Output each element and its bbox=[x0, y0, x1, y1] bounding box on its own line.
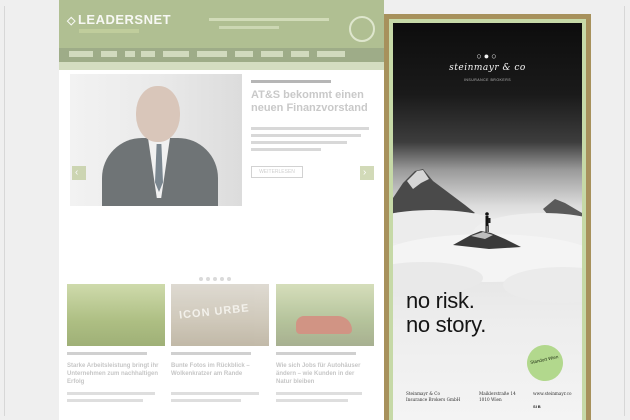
screenshot-frame: ◇ LEADERSNET AT&S bekommt einen neuen Fin… bbox=[0, 0, 630, 420]
footer-line: 1010 Wien bbox=[479, 396, 502, 402]
card-kicker bbox=[276, 352, 356, 355]
logo-tagline-placeholder bbox=[79, 29, 139, 33]
nav-item[interactable] bbox=[197, 51, 227, 57]
news-card-image[interactable] bbox=[67, 284, 165, 346]
ad-canvas[interactable]: ○●○ steinmayr & co INSURANCE BROKERS no … bbox=[393, 23, 582, 420]
card-title[interactable]: Bunte Fotos im Rückblick – Wolkenkratzer… bbox=[171, 362, 266, 378]
header-meta-line bbox=[209, 18, 329, 21]
partner-logo: SIB bbox=[533, 404, 542, 409]
news-card-image[interactable] bbox=[276, 284, 374, 346]
climber-leg bbox=[485, 225, 487, 232]
chevron-left-icon: ‹ bbox=[75, 167, 79, 178]
ad-footer-address: Maiklerstraße 14 1010 Wien bbox=[479, 391, 516, 402]
frame-border-left bbox=[4, 6, 5, 416]
nav-item[interactable] bbox=[317, 51, 345, 57]
car-shape bbox=[296, 316, 352, 334]
logo-diamond-icon: ◇ bbox=[67, 15, 76, 27]
card-text-line bbox=[171, 399, 241, 402]
card-text-line bbox=[276, 399, 348, 402]
card-kicker bbox=[171, 352, 251, 355]
footer-line: Insurance Brokers GmbH bbox=[406, 396, 461, 402]
card-sign-text: ICON URBE bbox=[178, 302, 251, 322]
nav-item[interactable] bbox=[125, 51, 135, 57]
article-text-line bbox=[251, 127, 369, 130]
sub-navigation bbox=[59, 62, 384, 70]
carousel-next-button[interactable]: › bbox=[360, 166, 374, 180]
footer-line: www.steinmayr.co bbox=[533, 391, 572, 396]
card-title[interactable]: Starke Arbeitsleistung bringt ihr Untern… bbox=[67, 362, 162, 386]
nav-item[interactable] bbox=[261, 51, 283, 57]
carousel-prev-button[interactable]: ‹ bbox=[72, 166, 86, 180]
card-kicker bbox=[67, 352, 147, 355]
climber-head bbox=[485, 212, 489, 216]
nav-item[interactable] bbox=[141, 51, 155, 57]
brand-name: steinmayr & co bbox=[449, 63, 526, 73]
footer-line: Maiklerstraße 14 bbox=[479, 391, 516, 396]
climber-leg bbox=[487, 225, 489, 232]
frame-border-right bbox=[624, 6, 625, 416]
brand-logo-icon: ○●○ bbox=[476, 51, 499, 61]
climber-backpack bbox=[488, 218, 491, 223]
nav-item[interactable] bbox=[291, 51, 309, 57]
card-text-line bbox=[67, 399, 143, 402]
article-text-line bbox=[251, 134, 361, 137]
card-text-line bbox=[171, 392, 259, 395]
article-title[interactable]: AT&S bekommt einen neuen Finanzvorstand bbox=[251, 89, 376, 115]
nav-item[interactable] bbox=[163, 51, 189, 57]
person-head bbox=[136, 86, 180, 142]
card-text-line bbox=[276, 392, 362, 395]
ad-footer-company: Steinmayr & Co Insurance Brokers GmbH bbox=[406, 391, 460, 402]
news-card-image[interactable]: ICON URBE bbox=[171, 284, 269, 346]
skyscraper-ad[interactable]: ○●○ steinmayr & co INSURANCE BROKERS no … bbox=[384, 14, 591, 420]
ad-tagline-line-2: no story. bbox=[406, 312, 487, 337]
hero-article-photo[interactable] bbox=[70, 74, 242, 206]
ad-tagline-line-1: no risk. bbox=[406, 288, 475, 313]
article-kicker bbox=[251, 80, 331, 83]
header-meta-line-2 bbox=[219, 26, 279, 29]
site-logo[interactable]: ◇ LEADERSNET bbox=[67, 12, 171, 27]
news-website: ◇ LEADERSNET AT&S bekommt einen neuen Fin… bbox=[59, 0, 384, 420]
carousel-dots[interactable] bbox=[199, 268, 239, 281]
nav-item[interactable] bbox=[101, 51, 117, 57]
chevron-right-icon: › bbox=[363, 167, 367, 178]
card-title[interactable]: Wie sich Jobs für Autohäuser ändern – wi… bbox=[276, 362, 371, 386]
article-text-line bbox=[251, 148, 321, 151]
card-text-line bbox=[67, 392, 155, 395]
header-badge-icon[interactable] bbox=[349, 16, 375, 42]
brand-subtitle: INSURANCE BROKERS bbox=[463, 78, 512, 82]
nav-item[interactable] bbox=[69, 51, 93, 57]
logo-text: LEADERSNET bbox=[77, 12, 172, 27]
article-text-line bbox=[251, 141, 347, 144]
nav-item[interactable] bbox=[235, 51, 253, 57]
ad-footer-website[interactable]: www.steinmayr.co bbox=[533, 391, 572, 397]
read-more-button[interactable]: WEITERLESEN bbox=[251, 166, 303, 178]
